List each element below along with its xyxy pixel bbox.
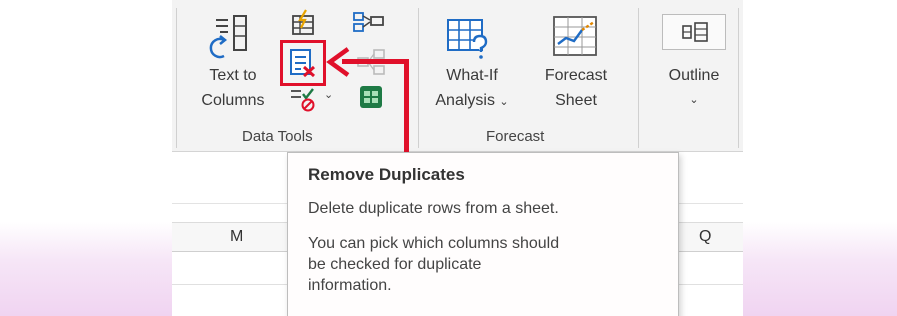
outline-label: Outline <box>668 67 720 84</box>
ribbon-separator <box>638 8 639 148</box>
remove-duplicates-tooltip: Remove Duplicates Delete duplicate rows … <box>287 152 679 316</box>
column-header-m[interactable]: M <box>230 228 243 246</box>
text-to-columns-icon <box>204 14 264 60</box>
outline-icon <box>662 14 726 50</box>
data-model-icon[interactable] <box>358 84 384 110</box>
forecast-sheet-icon <box>552 14 598 58</box>
ribbon-separator <box>176 8 177 148</box>
text-to-columns-label-2: Columns <box>201 92 265 109</box>
what-if-label-1: What-If <box>446 67 498 84</box>
ribbon-separator <box>418 8 419 148</box>
outline-button[interactable]: Outline ⌄ <box>648 66 740 110</box>
excel-screenshot: Text to Columns ⌄ Data Tools What-If Ana… <box>172 0 743 316</box>
chevron-down-icon: ⌄ <box>689 94 699 106</box>
callout-arrow-vertical <box>404 60 409 156</box>
text-to-columns-button[interactable]: Text to Columns <box>186 66 280 111</box>
ribbon-separator <box>738 8 739 148</box>
forecast-sheet-button[interactable]: Forecast Sheet <box>530 66 622 111</box>
group-label-forecast: Forecast <box>486 128 545 145</box>
data-validation-dropdown-chevron[interactable]: ⌄ <box>324 88 333 101</box>
callout-arrow-horizontal <box>342 59 409 64</box>
data-validation-icon[interactable] <box>288 86 318 112</box>
flash-fill-icon[interactable] <box>288 8 318 38</box>
text-to-columns-label-1: Text to <box>209 67 257 84</box>
what-if-analysis-icon <box>446 16 490 60</box>
tooltip-detail-line-1: You can pick which columns should <box>308 235 560 252</box>
arrowhead-icon <box>326 47 350 77</box>
what-if-label-2: Analysis <box>435 92 495 109</box>
tooltip-detail-line-3: information. <box>308 277 392 294</box>
group-label-data-tools: Data Tools <box>242 128 313 145</box>
tooltip-detail-line-2: be checked for duplicate <box>308 256 482 273</box>
column-header-q[interactable]: Q <box>699 228 711 246</box>
ribbon-data-tab: Text to Columns ⌄ Data Tools What-If Ana… <box>172 0 743 152</box>
consolidate-icon[interactable] <box>352 10 386 36</box>
what-if-analysis-button[interactable]: What-If Analysis ⌄ <box>424 66 520 112</box>
tooltip-description: Delete duplicate rows from a sheet. <box>308 200 559 217</box>
remove-duplicates-icon[interactable] <box>288 47 318 79</box>
forecast-sheet-label-1: Forecast <box>544 67 608 84</box>
chevron-down-icon: ⌄ <box>499 96 509 108</box>
tooltip-title: Remove Duplicates <box>308 165 465 184</box>
forecast-sheet-label-2: Sheet <box>555 92 597 109</box>
